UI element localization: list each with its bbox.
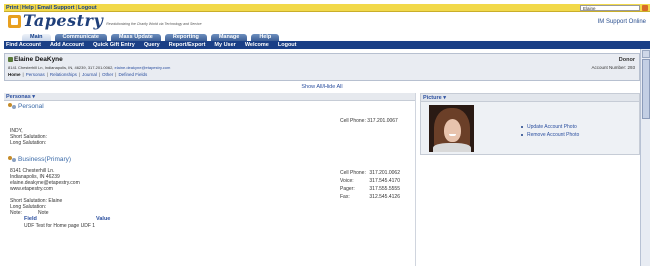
account-email-link[interactable]: elaine.deakyne@etapestry.com xyxy=(115,65,171,70)
logo-text: Tapestry xyxy=(23,11,104,30)
account-number: Account Number: 293 xyxy=(591,65,635,70)
scrollbar-thumb[interactable] xyxy=(642,59,650,119)
search-input[interactable]: Elaine xyxy=(580,5,640,11)
nav-report-export[interactable]: Report/Export xyxy=(169,42,206,48)
tab-mass-update[interactable]: Mass Update xyxy=(110,34,161,41)
account-link-journal[interactable]: Journal xyxy=(82,72,97,77)
im-support-link[interactable]: IM Support Online xyxy=(598,19,646,25)
phone-label: Pager: xyxy=(340,186,355,192)
nav-quick-gift-entry[interactable]: Quick Gift Entry xyxy=(93,42,135,48)
photo-face xyxy=(444,119,461,142)
photo-shirt xyxy=(433,143,471,152)
account-links: Home | Personas | Relationships | Journa… xyxy=(8,72,147,77)
business-web: www.etapestry.com xyxy=(10,186,53,192)
separator: | xyxy=(75,4,78,11)
search-go-button[interactable] xyxy=(642,5,648,11)
remove-photo-link[interactable]: Remove Account Photo xyxy=(521,132,579,138)
vertical-scrollbar[interactable] xyxy=(640,49,650,266)
account-link-personas[interactable]: Personas xyxy=(26,72,45,77)
separator: | xyxy=(46,72,48,77)
person-icon xyxy=(8,57,13,62)
account-name-text: Elaine DeaKyne xyxy=(14,56,63,63)
phone-value: 317.201.0062 xyxy=(369,170,400,176)
help-link[interactable]: Help xyxy=(22,5,34,11)
business-phone-row: Pager: 317.555.5555 xyxy=(340,186,400,192)
tab-reporting[interactable]: Reporting xyxy=(164,34,207,41)
logo: Tapestry Revolutionizing the Charity Wor… xyxy=(8,11,202,30)
main-content: Elaine DeaKyne 8141 Chesterhill Ln, Indi… xyxy=(4,49,640,266)
personal-cell-phone: Cell Phone: 317.201.0067 xyxy=(340,118,398,124)
personas-header-label: Personas xyxy=(6,94,31,100)
nav-welcome[interactable]: Welcome xyxy=(245,42,269,48)
picture-header-label: Picture xyxy=(423,95,442,101)
tab-main[interactable]: Main xyxy=(22,34,51,41)
account-type: Donor xyxy=(618,57,635,63)
picture-section: Picture ▾ Update Account Photo Remove Ac… xyxy=(420,93,640,155)
account-address: 8141 Chesterhill Ln, Indianapolis, IN, 4… xyxy=(8,65,170,70)
people-icon xyxy=(8,103,17,110)
udf-row: UDF Test for Home page UDF 1 xyxy=(24,223,96,229)
personas-section: Personas ▾ Personal INDY, Short Salutati… xyxy=(4,93,416,266)
utility-links: Print | Help | Email Support | Logout xyxy=(4,5,97,11)
phone-value: 317.545.4170 xyxy=(369,178,400,184)
sub-nav-bar: Find Account Add Account Quick Gift Entr… xyxy=(4,41,650,49)
account-link-other[interactable]: Other xyxy=(102,72,113,77)
separator: | xyxy=(19,4,21,11)
picture-header[interactable]: Picture ▾ xyxy=(421,94,639,102)
business-note-label: Note: xyxy=(10,210,22,216)
tab-manage[interactable]: Manage xyxy=(210,34,248,41)
email-support-link[interactable]: Email Support xyxy=(37,5,74,11)
account-photo xyxy=(429,105,474,152)
account-header-panel: Elaine DeaKyne 8141 Chesterhill Ln, Indi… xyxy=(4,53,640,81)
persona-business-title[interactable]: Business(Primary) xyxy=(8,156,71,163)
value-column-header: Value xyxy=(96,216,111,222)
chevron-down-icon: ▾ xyxy=(443,95,446,101)
people-icon xyxy=(8,156,17,163)
nav-my-user[interactable]: My User xyxy=(214,42,235,48)
photo-smile xyxy=(449,134,456,136)
account-link-relationships[interactable]: Relationships xyxy=(50,72,77,77)
nav-add-account[interactable]: Add Account xyxy=(50,42,84,48)
personal-long-salutation: Long Salutation: xyxy=(10,140,47,146)
show-all-hide-all-link[interactable]: Show All/Hide All xyxy=(4,82,640,92)
phone-label: Fax: xyxy=(340,194,350,200)
scroll-up-arrow-icon[interactable] xyxy=(642,50,650,58)
phone-value: 317.555.5555 xyxy=(369,186,400,192)
tagline: Revolutionizing the Charity World via Te… xyxy=(106,22,202,26)
account-link-home[interactable]: Home xyxy=(8,72,21,77)
phone-value: 312.545.4126 xyxy=(369,194,400,200)
personas-header[interactable]: Personas ▾ xyxy=(4,93,415,101)
address-text: 8141 Chesterhill Ln, Indianapolis, IN, 4… xyxy=(8,65,114,70)
nav-logout[interactable]: Logout xyxy=(278,42,297,48)
separator: | xyxy=(78,72,81,77)
persona-personal-label: Personal xyxy=(18,103,44,110)
app-header: Tapestry Revolutionizing the Charity Wor… xyxy=(4,12,650,34)
business-note-value: Note xyxy=(38,210,49,216)
logout-link[interactable]: Logout xyxy=(78,5,97,11)
print-link[interactable]: Print xyxy=(6,5,19,11)
separator: | xyxy=(98,72,100,77)
logo-icon xyxy=(8,15,21,28)
business-phone-row: Fax: 312.545.4126 xyxy=(340,194,400,200)
tab-help[interactable]: Help xyxy=(251,34,280,41)
business-phone-row: Cell Phone: 317.201.0062 xyxy=(340,170,400,176)
photo-actions: Update Account Photo Remove Account Phot… xyxy=(521,124,579,140)
nav-find-account[interactable]: Find Account xyxy=(6,42,41,48)
account-name: Elaine DeaKyne xyxy=(8,56,63,63)
separator: | xyxy=(115,72,117,77)
persona-personal-title[interactable]: Personal xyxy=(8,103,44,110)
separator: | xyxy=(34,4,37,11)
field-column-header: Field xyxy=(24,216,37,222)
tab-communicate[interactable]: Communicate xyxy=(54,34,107,41)
nav-query[interactable]: Query xyxy=(144,42,160,48)
update-photo-link[interactable]: Update Account Photo xyxy=(521,124,579,130)
phone-label: Voice: xyxy=(340,178,354,184)
chevron-down-icon: ▾ xyxy=(32,94,36,100)
business-phone-row: Voice: 317.545.4170 xyxy=(340,178,400,184)
main-tabs: Main Communicate Mass Update Reporting M… xyxy=(4,34,650,41)
account-link-defined-fields[interactable]: Defined Fields xyxy=(118,72,147,77)
persona-business-label: Business(Primary) xyxy=(18,156,72,163)
phone-label: Cell Phone: xyxy=(340,170,366,176)
separator: | xyxy=(22,72,24,77)
